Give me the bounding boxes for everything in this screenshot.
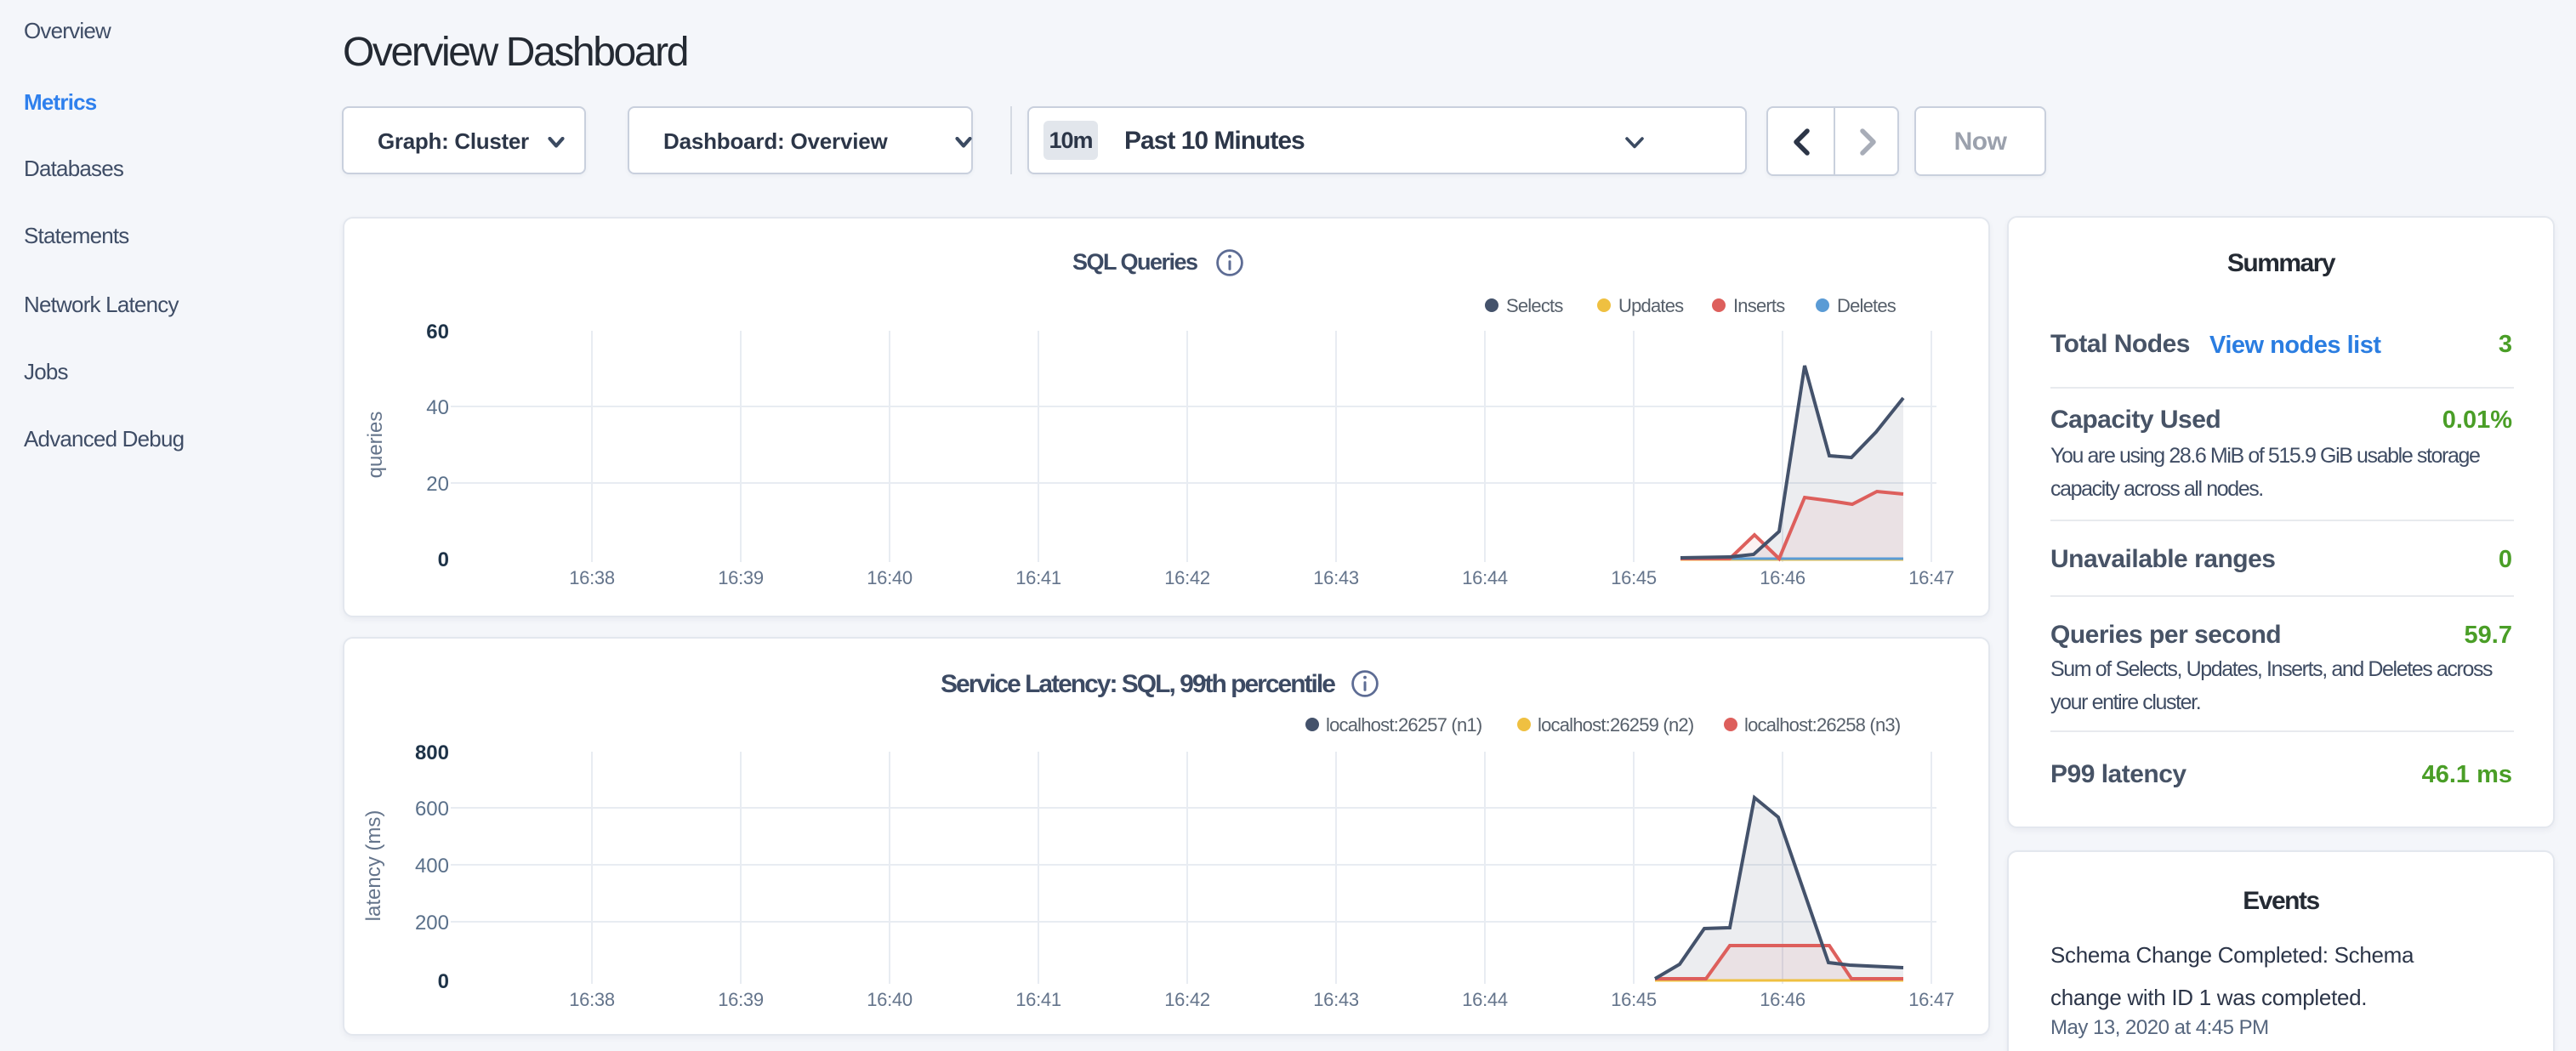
svg-text:60: 60 [426, 321, 449, 344]
svg-text:Updates: Updates [1618, 295, 1684, 316]
svg-text:16:44: 16:44 [1462, 567, 1508, 588]
svg-text:200: 200 [415, 912, 449, 935]
svg-text:400: 400 [415, 855, 449, 878]
svg-text:localhost:26258 (n3): localhost:26258 (n3) [1744, 714, 1900, 736]
svg-text:16:39: 16:39 [718, 989, 764, 1010]
svg-text:800: 800 [415, 741, 449, 764]
svg-text:16:41: 16:41 [1015, 989, 1061, 1010]
svg-text:16:41: 16:41 [1015, 567, 1061, 588]
svg-text:16:47: 16:47 [1908, 989, 1954, 1010]
svg-text:queries: queries [364, 412, 387, 479]
svg-text:localhost:26257 (n1): localhost:26257 (n1) [1326, 714, 1481, 736]
svg-text:16:45: 16:45 [1611, 989, 1657, 1010]
svg-text:16:42: 16:42 [1164, 989, 1210, 1010]
svg-text:16:44: 16:44 [1462, 989, 1508, 1010]
svg-text:16:46: 16:46 [1760, 989, 1805, 1010]
svg-text:16:38: 16:38 [569, 567, 615, 588]
svg-text:16:43: 16:43 [1313, 567, 1359, 588]
svg-text:Inserts: Inserts [1733, 295, 1785, 316]
svg-text:16:47: 16:47 [1908, 567, 1954, 588]
svg-text:20: 20 [426, 473, 449, 496]
svg-text:0: 0 [438, 548, 449, 571]
svg-text:16:38: 16:38 [569, 989, 615, 1010]
svg-text:40: 40 [426, 396, 449, 419]
svg-text:16:40: 16:40 [867, 989, 913, 1010]
svg-text:16:43: 16:43 [1313, 989, 1359, 1010]
svg-text:16:46: 16:46 [1760, 567, 1805, 588]
svg-text:0: 0 [438, 970, 449, 993]
svg-text:16:45: 16:45 [1611, 567, 1657, 588]
svg-text:16:42: 16:42 [1164, 567, 1210, 588]
svg-text:latency (ms): latency (ms) [362, 810, 385, 922]
svg-text:16:40: 16:40 [867, 567, 913, 588]
svg-text:Deletes: Deletes [1837, 295, 1896, 316]
svg-text:600: 600 [415, 798, 449, 821]
svg-text:Selects: Selects [1506, 295, 1563, 316]
svg-text:16:39: 16:39 [718, 567, 764, 588]
svg-text:localhost:26259 (n2): localhost:26259 (n2) [1538, 714, 1693, 736]
